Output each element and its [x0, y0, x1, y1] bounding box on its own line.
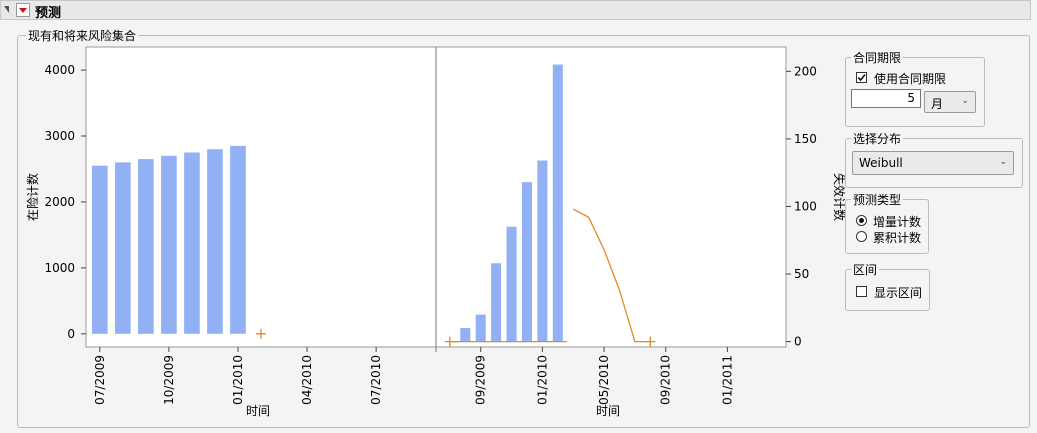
right-x-tick-label: 09/2010 [659, 355, 673, 405]
radio-incremental[interactable] [856, 215, 867, 226]
distribution-dropdown[interactable]: Weibull ⌄ [852, 151, 1014, 175]
left-bar [91, 165, 108, 334]
right-y-tick-label: 100 [794, 199, 817, 213]
left-x-tick-label: 04/2010 [300, 355, 314, 405]
show-interval-checkbox[interactable] [856, 286, 867, 297]
chevron-down-icon: ⌄ [999, 157, 1007, 167]
right-y-tick-label: 50 [794, 267, 809, 281]
distribution-value: Weibull [859, 156, 903, 170]
left-y-tick-label: 2000 [44, 195, 75, 209]
left-x-tick-label: 07/2010 [369, 355, 383, 405]
right-bar [506, 226, 517, 342]
right-bar [552, 64, 563, 342]
left-bar [138, 159, 154, 334]
forecast-type-group-title: 预测类型 [851, 191, 904, 208]
right-bar [460, 328, 471, 342]
right-bar [475, 314, 486, 342]
chevron-down-icon: ⌄ [961, 96, 969, 106]
contract-group-title: 合同期限 [851, 49, 904, 66]
radio-cumulative-label: 累积计数 [873, 231, 922, 245]
contract-unit-value: 月 [931, 97, 944, 111]
left-x-tick-label: 07/2009 [93, 355, 107, 405]
use-contract-label: 使用合同期限 [874, 72, 947, 86]
left-y-tick-label: 4000 [44, 63, 75, 77]
left-y-tick-label: 3000 [44, 129, 75, 143]
left-y-tick-label: 1000 [44, 261, 75, 275]
right-x-tick-label: 05/2010 [597, 355, 611, 405]
left-y-tick-label: 0 [67, 327, 75, 341]
left-x-tick-label: 01/2010 [231, 355, 245, 405]
left-bar [184, 152, 200, 334]
right-y-tick-label: 0 [794, 335, 802, 349]
right-bar [521, 182, 532, 342]
right-x-tick-label: 01/2010 [535, 355, 549, 405]
left-bar [230, 145, 246, 334]
left-y-axis-label: 在险计数 [25, 173, 40, 221]
radio-incremental-label: 增量计数 [873, 215, 922, 229]
left-x-axis-label: 时间 [246, 404, 270, 418]
use-contract-checkbox[interactable] [856, 72, 867, 83]
interval-group-title: 区间 [851, 261, 880, 278]
right-y-tick-label: 150 [794, 132, 817, 146]
right-bar [537, 160, 548, 342]
right-x-tick-label: 01/2011 [720, 355, 734, 405]
radio-cumulative[interactable] [856, 231, 867, 242]
right-x-axis-label: 时间 [596, 404, 620, 418]
show-interval-label: 显示区间 [874, 286, 923, 300]
left-bar [161, 155, 177, 334]
right-x-tick-label: 09/2009 [474, 355, 488, 405]
right-y-tick-label: 200 [794, 64, 817, 78]
contract-unit-dropdown[interactable]: 月 ⌄ [924, 91, 976, 113]
check-icon [857, 74, 866, 82]
left-bar [115, 162, 131, 334]
left-bar [207, 149, 223, 334]
right-bar [491, 263, 502, 342]
left-x-tick-label: 10/2009 [162, 355, 176, 405]
contract-length-input[interactable]: 5 [851, 89, 921, 108]
distribution-group-title: 选择分布 [851, 130, 904, 147]
